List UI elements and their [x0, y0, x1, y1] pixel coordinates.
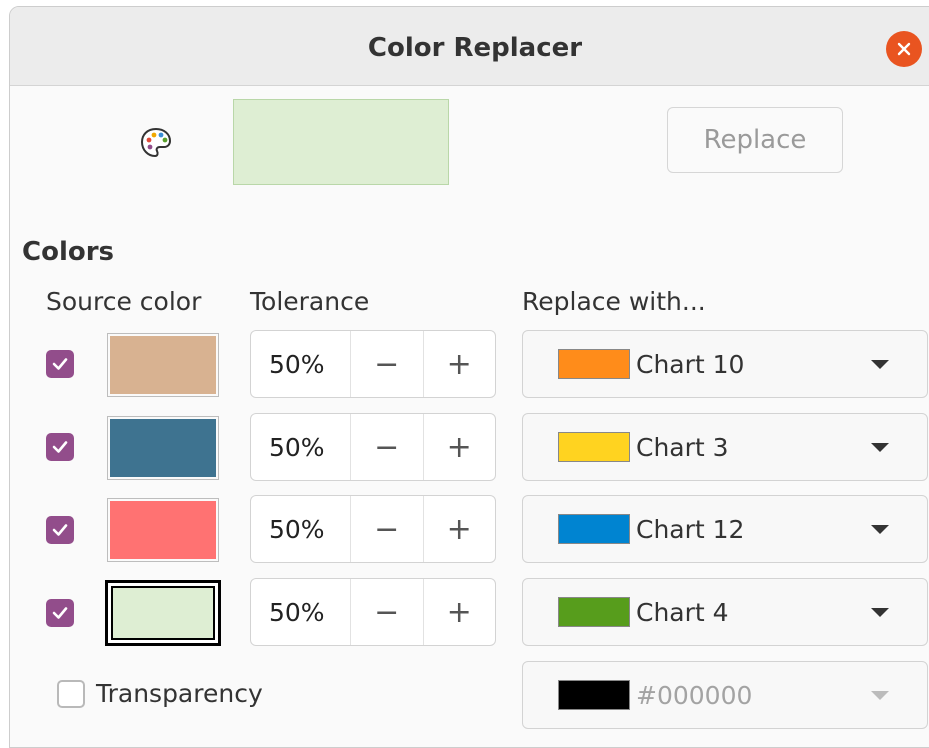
- replace-with-header: Replace with...: [522, 287, 706, 316]
- source-color-1-checkbox[interactable]: [46, 350, 74, 378]
- titlebar: Color Replacer: [10, 7, 929, 86]
- palette-icon: [140, 127, 172, 158]
- tolerance-3-increase-button[interactable]: +: [422, 496, 496, 562]
- tolerance-3-stepper[interactable]: 50% − +: [250, 495, 496, 563]
- source-color-1-swatch[interactable]: [108, 334, 218, 396]
- source-color-2-checkbox[interactable]: [46, 433, 74, 461]
- plus-icon: +: [446, 594, 472, 630]
- replace-color-2-chip: [558, 432, 630, 462]
- preview-color-swatch: [233, 99, 449, 185]
- tolerance-1-value[interactable]: 50%: [251, 331, 351, 397]
- tolerance-3-decrease-button[interactable]: −: [351, 496, 423, 562]
- replace-with-2-label: Chart 3: [636, 432, 729, 462]
- tolerance-4-stepper[interactable]: 50% − +: [250, 578, 496, 646]
- tolerance-2-increase-button[interactable]: +: [422, 414, 496, 480]
- tolerance-4-decrease-button[interactable]: −: [351, 579, 423, 645]
- source-color-4-checkbox[interactable]: [46, 599, 74, 627]
- replace-button[interactable]: Replace: [667, 107, 843, 173]
- minus-icon: −: [374, 594, 400, 630]
- transparency-label: Transparency: [96, 679, 263, 708]
- tolerance-2-decrease-button[interactable]: −: [351, 414, 423, 480]
- tolerance-4-increase-button[interactable]: +: [422, 579, 496, 645]
- plus-icon: +: [446, 511, 472, 547]
- replace-color-4-chip: [558, 597, 630, 627]
- source-color-3-swatch[interactable]: [108, 499, 218, 561]
- close-icon: [897, 42, 911, 56]
- tolerance-3-value[interactable]: 50%: [251, 496, 351, 562]
- source-color-header: Source color: [46, 287, 202, 316]
- minus-icon: −: [374, 346, 400, 382]
- check-icon: [52, 607, 68, 619]
- tolerance-header: Tolerance: [250, 287, 370, 316]
- source-color-4-swatch[interactable]: [108, 583, 218, 643]
- replace-color-3-chip: [558, 514, 630, 544]
- colors-section-label: Colors: [22, 237, 115, 267]
- replace-with-3-label: Chart 12: [636, 514, 745, 544]
- plus-icon: +: [446, 429, 472, 465]
- replace-with-2-dropdown[interactable]: Chart 3: [522, 413, 928, 481]
- replace-with-3-dropdown[interactable]: Chart 12: [522, 495, 928, 563]
- window-title: Color Replacer: [367, 33, 583, 63]
- transparency-color-chip: [558, 680, 630, 710]
- replace-with-1-label: Chart 10: [636, 349, 745, 379]
- tolerance-1-stepper[interactable]: 50% − +: [250, 330, 496, 398]
- replace-with-4-label: Chart 4: [636, 597, 729, 627]
- caret-down-icon: [871, 524, 889, 534]
- transparency-color-label: #000000: [636, 680, 753, 710]
- pipette-palette-button[interactable]: [138, 125, 174, 161]
- replace-with-4-dropdown[interactable]: Chart 4: [522, 578, 928, 646]
- tolerance-1-decrease-button[interactable]: −: [351, 331, 423, 397]
- tolerance-2-value[interactable]: 50%: [251, 414, 351, 480]
- caret-down-icon: [871, 690, 889, 700]
- check-icon: [52, 358, 68, 370]
- replace-with-1-dropdown[interactable]: Chart 10: [522, 330, 928, 398]
- transparency-replace-dropdown: #000000: [522, 661, 928, 729]
- source-color-3-checkbox[interactable]: [46, 516, 74, 544]
- caret-down-icon: [871, 359, 889, 369]
- check-icon: [52, 524, 68, 536]
- minus-icon: −: [374, 511, 400, 547]
- transparency-checkbox[interactable]: [57, 680, 85, 708]
- plus-icon: +: [446, 346, 472, 382]
- tolerance-4-value[interactable]: 50%: [251, 579, 351, 645]
- minus-icon: −: [374, 429, 400, 465]
- color-replacer-dialog: Color Replacer Replace Colors Source col…: [9, 6, 929, 748]
- close-button[interactable]: [886, 31, 922, 67]
- tolerance-2-stepper[interactable]: 50% − +: [250, 413, 496, 481]
- tolerance-1-increase-button[interactable]: +: [422, 331, 496, 397]
- source-color-2-swatch[interactable]: [108, 417, 218, 479]
- replace-color-1-chip: [558, 349, 630, 379]
- caret-down-icon: [871, 442, 889, 452]
- check-icon: [52, 441, 68, 453]
- caret-down-icon: [871, 607, 889, 617]
